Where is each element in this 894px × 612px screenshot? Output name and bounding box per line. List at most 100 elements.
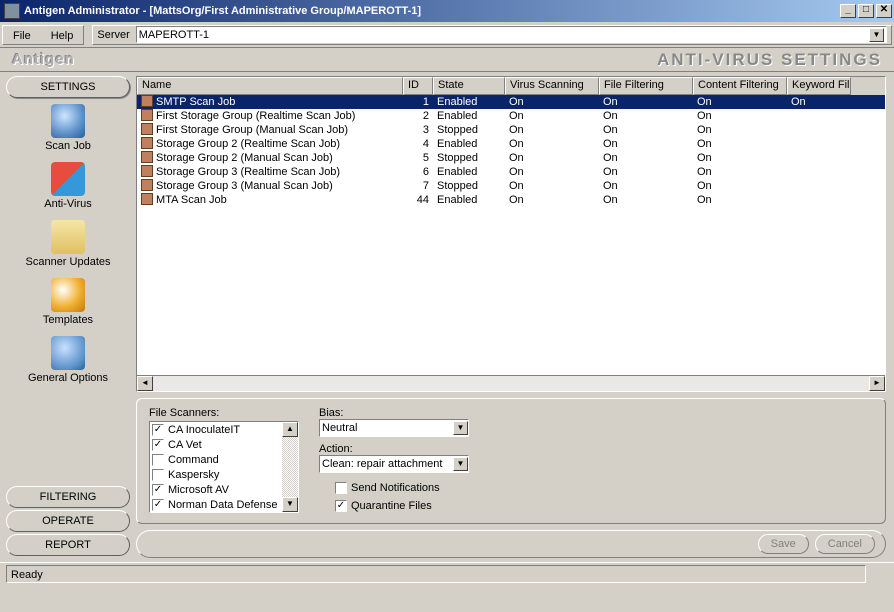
column-id[interactable]: ID [403,77,433,95]
scanner-checkbox[interactable]: ✓ [152,439,164,451]
scanner-checkbox[interactable]: ✓ [152,424,164,436]
scroll-track[interactable] [282,437,298,497]
scroll-right-button[interactable]: ► [869,376,885,391]
scanner-checkbox[interactable] [152,454,164,466]
column-content-filtering[interactable]: Content Filtering [693,77,787,95]
bias-label: Bias: [319,407,519,419]
cell-state: Enabled [433,193,505,207]
server-label: Server [97,29,129,41]
app-icon [4,3,20,19]
sidebar-section-report[interactable]: REPORT [6,534,130,556]
window-title: Antigen Administrator - [MattsOrg/First … [24,5,421,17]
sidebar-item-label: General Options [28,372,108,384]
list-item[interactable]: ✓Microsoft AV [150,482,282,497]
menu-file[interactable]: File [3,26,41,44]
table-row[interactable]: Storage Group 2 (Manual Scan Job)5Stoppe… [137,151,885,165]
cell-content-filtering: On [693,123,787,137]
horizontal-scrollbar[interactable]: ◄ ► [137,375,885,391]
scroll-left-button[interactable]: ◄ [137,376,153,391]
server-combo[interactable]: MAPEROTT-1 ▼ [136,26,887,43]
cancel-button[interactable]: Cancel [815,534,875,554]
sidebar-section-operate[interactable]: OPERATE [6,510,130,532]
job-icon [141,137,153,149]
table-row[interactable]: First Storage Group (Manual Scan Job)3St… [137,123,885,137]
cell-id: 2 [403,109,433,123]
cell-keyword-filtering [787,109,851,123]
cell-state: Stopped [433,123,505,137]
server-value: MAPEROTT-1 [139,29,869,41]
action-combo[interactable]: Clean: repair attachment ▼ [319,455,469,473]
table-row[interactable]: SMTP Scan Job1EnabledOnOnOnOn [137,95,885,109]
listbox-scrollbar[interactable]: ▲ ▼ [282,422,298,512]
list-item[interactable]: Command [150,452,282,467]
column-virus-scanning[interactable]: Virus Scanning [505,77,599,95]
quarantine-files-checkbox[interactable]: ✓ [335,500,347,512]
sidebar-section-filtering[interactable]: FILTERING [6,486,130,508]
templates-icon [51,278,85,312]
scroll-down-button[interactable]: ▼ [282,497,298,512]
menu-help[interactable]: Help [41,26,84,44]
list-item[interactable]: ✓CA InoculateIT [150,422,282,437]
table-row[interactable]: Storage Group 2 (Realtime Scan Job)4Enab… [137,137,885,151]
action-dropdown-button[interactable]: ▼ [453,457,468,471]
cell-virus-scanning: On [505,151,599,165]
brand-name: Antigen [12,51,75,68]
cell-virus-scanning: On [505,109,599,123]
scanner-checkbox[interactable]: ✓ [152,484,164,496]
anti-virus-icon [51,162,85,196]
sidebar-item-label: Templates [43,314,93,326]
column-file-filtering[interactable]: File Filtering [599,77,693,95]
list-item[interactable]: ✓CA Vet [150,437,282,452]
cell-content-filtering: On [693,95,787,109]
file-scanners-listbox[interactable]: ✓CA InoculateIT✓CA Vet CommandKaspersky✓M… [149,421,299,513]
cell-state: Stopped [433,179,505,193]
action-value: Clean: repair attachment [322,458,453,470]
sidebar-item-general-options[interactable]: General Options [28,336,108,384]
sidebar-item-anti-virus[interactable]: Anti-Virus [44,162,91,210]
sidebar-item-scanner-updates[interactable]: Scanner Updates [26,220,111,268]
list-item[interactable]: ✓Norman Data Defense [150,497,282,512]
column-keyword-filtering[interactable]: Keyword Fil [787,77,851,95]
minimize-button[interactable]: _ [840,4,856,18]
server-dropdown-button[interactable]: ▼ [869,28,884,42]
column-name[interactable]: Name [137,77,403,95]
job-icon [141,95,153,107]
cell-keyword-filtering: On [787,95,851,109]
close-button[interactable]: ✕ [876,4,892,18]
table-body: SMTP Scan Job1EnabledOnOnOnOn First Stor… [137,95,885,375]
cell-content-filtering: On [693,179,787,193]
sidebar-section-settings[interactable]: SETTINGS [6,76,130,98]
scanner-label: Command [168,454,219,466]
brand-bar: Antigen ANTI-VIRUS SETTINGS [0,48,894,72]
table-row[interactable]: First Storage Group (Realtime Scan Job)2… [137,109,885,123]
save-button[interactable]: Save [758,534,809,554]
sidebar-item-scan-job[interactable]: Scan Job [45,104,91,152]
cell-state: Enabled [433,165,505,179]
table-row[interactable]: Storage Group 3 (Manual Scan Job)7Stoppe… [137,179,885,193]
sidebar-item-label: Scanner Updates [26,256,111,268]
scanner-checkbox[interactable] [152,469,164,481]
send-notifications-checkbox[interactable] [335,482,347,494]
scroll-up-button[interactable]: ▲ [282,422,298,437]
cell-state: Stopped [433,151,505,165]
status-bar: Ready [0,562,894,584]
cell-name: Storage Group 2 (Manual Scan Job) [137,151,403,165]
scan-job-icon [51,104,85,138]
sidebar-item-templates[interactable]: Templates [43,278,93,326]
cell-id: 44 [403,193,433,207]
bias-combo[interactable]: Neutral ▼ [319,419,469,437]
bias-dropdown-button[interactable]: ▼ [453,421,468,435]
sidebar-item-label: Anti-Virus [44,198,91,210]
send-notifications-label: Send Notifications [351,482,440,494]
list-item[interactable]: Kaspersky [150,467,282,482]
bias-value: Neutral [322,422,453,434]
table-row[interactable]: Storage Group 3 (Realtime Scan Job)6Enab… [137,165,885,179]
scroll-track[interactable] [153,376,869,391]
table-row[interactable]: MTA Scan Job44EnabledOnOnOn [137,193,885,207]
column-state[interactable]: State [433,77,505,95]
scan-job-table: Name ID State Virus Scanning File Filter… [136,76,886,392]
cell-id: 3 [403,123,433,137]
scanner-checkbox[interactable]: ✓ [152,499,164,511]
maximize-button[interactable]: □ [858,4,874,18]
cell-content-filtering: On [693,165,787,179]
